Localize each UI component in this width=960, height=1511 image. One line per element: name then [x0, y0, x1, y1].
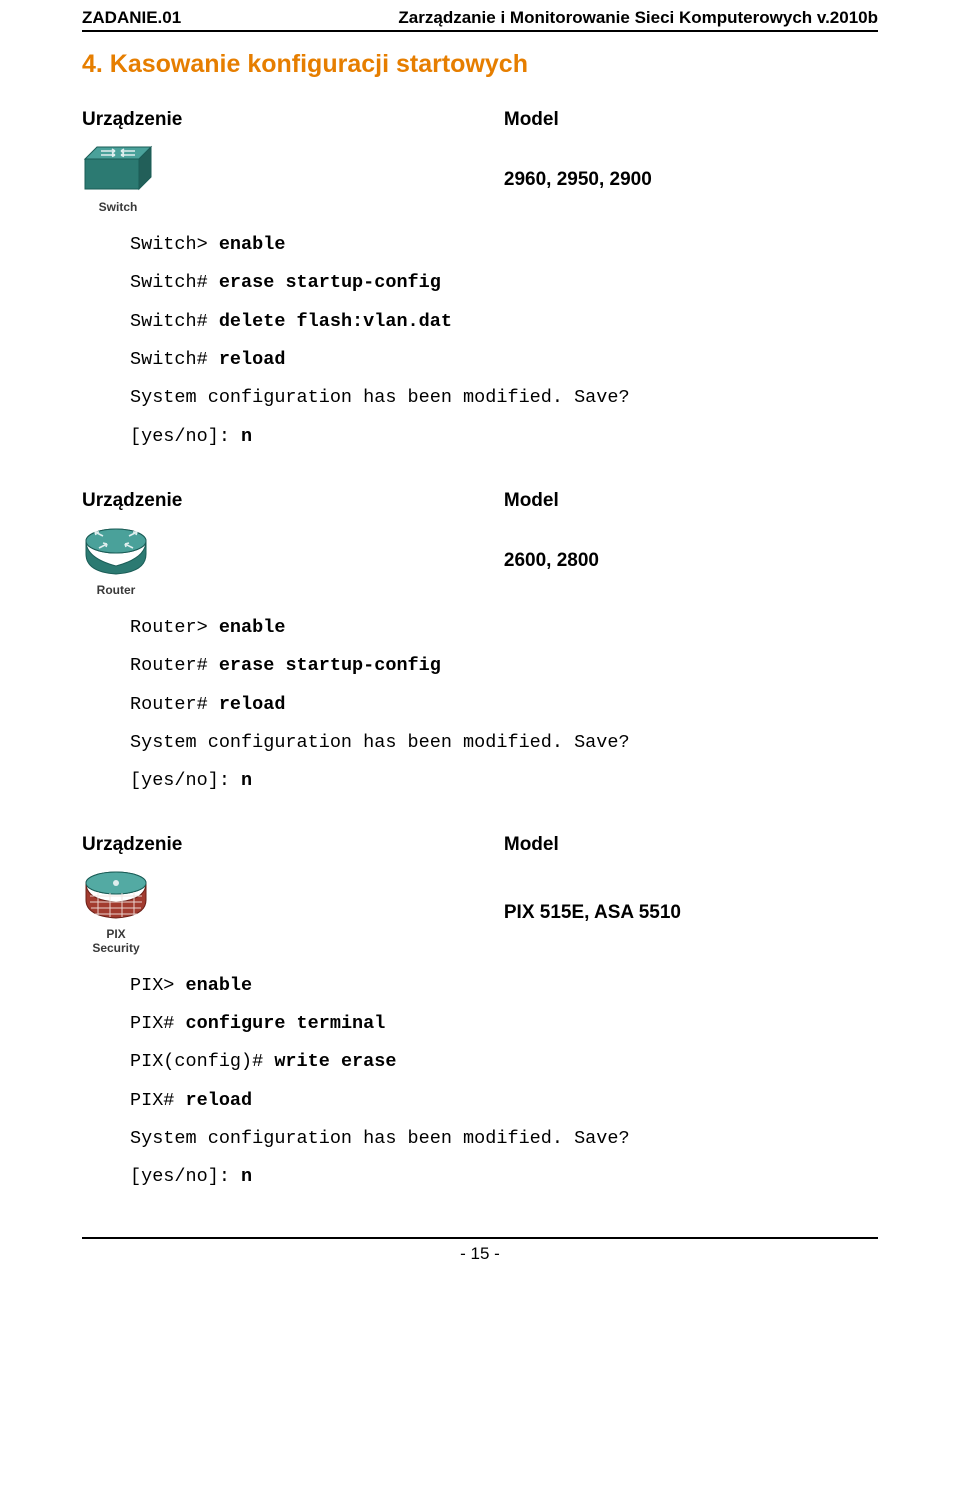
model-column-label: Model [504, 490, 878, 512]
switch-icon [83, 145, 153, 198]
device-column-label: Urządzenie [82, 490, 504, 512]
section-title: 4. Kasowanie konfiguracji startowych [82, 50, 878, 79]
pix-icon-label: PIXSecurity [92, 928, 139, 954]
header-divider [82, 30, 878, 32]
device-column-label: Urządzenie [82, 834, 504, 856]
page-number: - 15 - [82, 1239, 878, 1280]
device-row-switch: Switch 2960, 2950, 2900 [82, 145, 878, 214]
header-left: ZADANIE.01 [82, 8, 181, 28]
pix-model: PIX 515E, ASA 5510 [504, 902, 878, 924]
column-headers: Urządzenie Model [82, 109, 878, 131]
switch-code-block: Switch> enable Switch# erase startup-con… [130, 226, 878, 456]
device-row-router: Router 2600, 2800 [82, 526, 878, 597]
column-headers: Urządzenie Model [82, 490, 878, 512]
device-column-label: Urządzenie [82, 109, 504, 131]
switch-icon-label: Switch [99, 201, 138, 214]
pix-code-block: PIX> enable PIX# configure terminal PIX(… [130, 967, 878, 1197]
router-icon-label: Router [97, 584, 136, 597]
model-column-label: Model [504, 834, 878, 856]
column-headers: Urządzenie Model [82, 834, 878, 856]
model-column-label: Model [504, 109, 878, 131]
router-model: 2600, 2800 [504, 550, 878, 572]
page-header: ZADANIE.01 Zarządzanie i Monitorowanie S… [82, 0, 878, 30]
pix-icon [83, 870, 149, 925]
device-row-pix: PIXSecurity PIX 515E, ASA 5510 [82, 870, 878, 954]
switch-model: 2960, 2950, 2900 [504, 169, 878, 191]
header-right: Zarządzanie i Monitorowanie Sieci Komput… [398, 8, 878, 28]
router-icon [83, 526, 149, 581]
router-code-block: Router> enable Router# erase startup-con… [130, 609, 878, 800]
